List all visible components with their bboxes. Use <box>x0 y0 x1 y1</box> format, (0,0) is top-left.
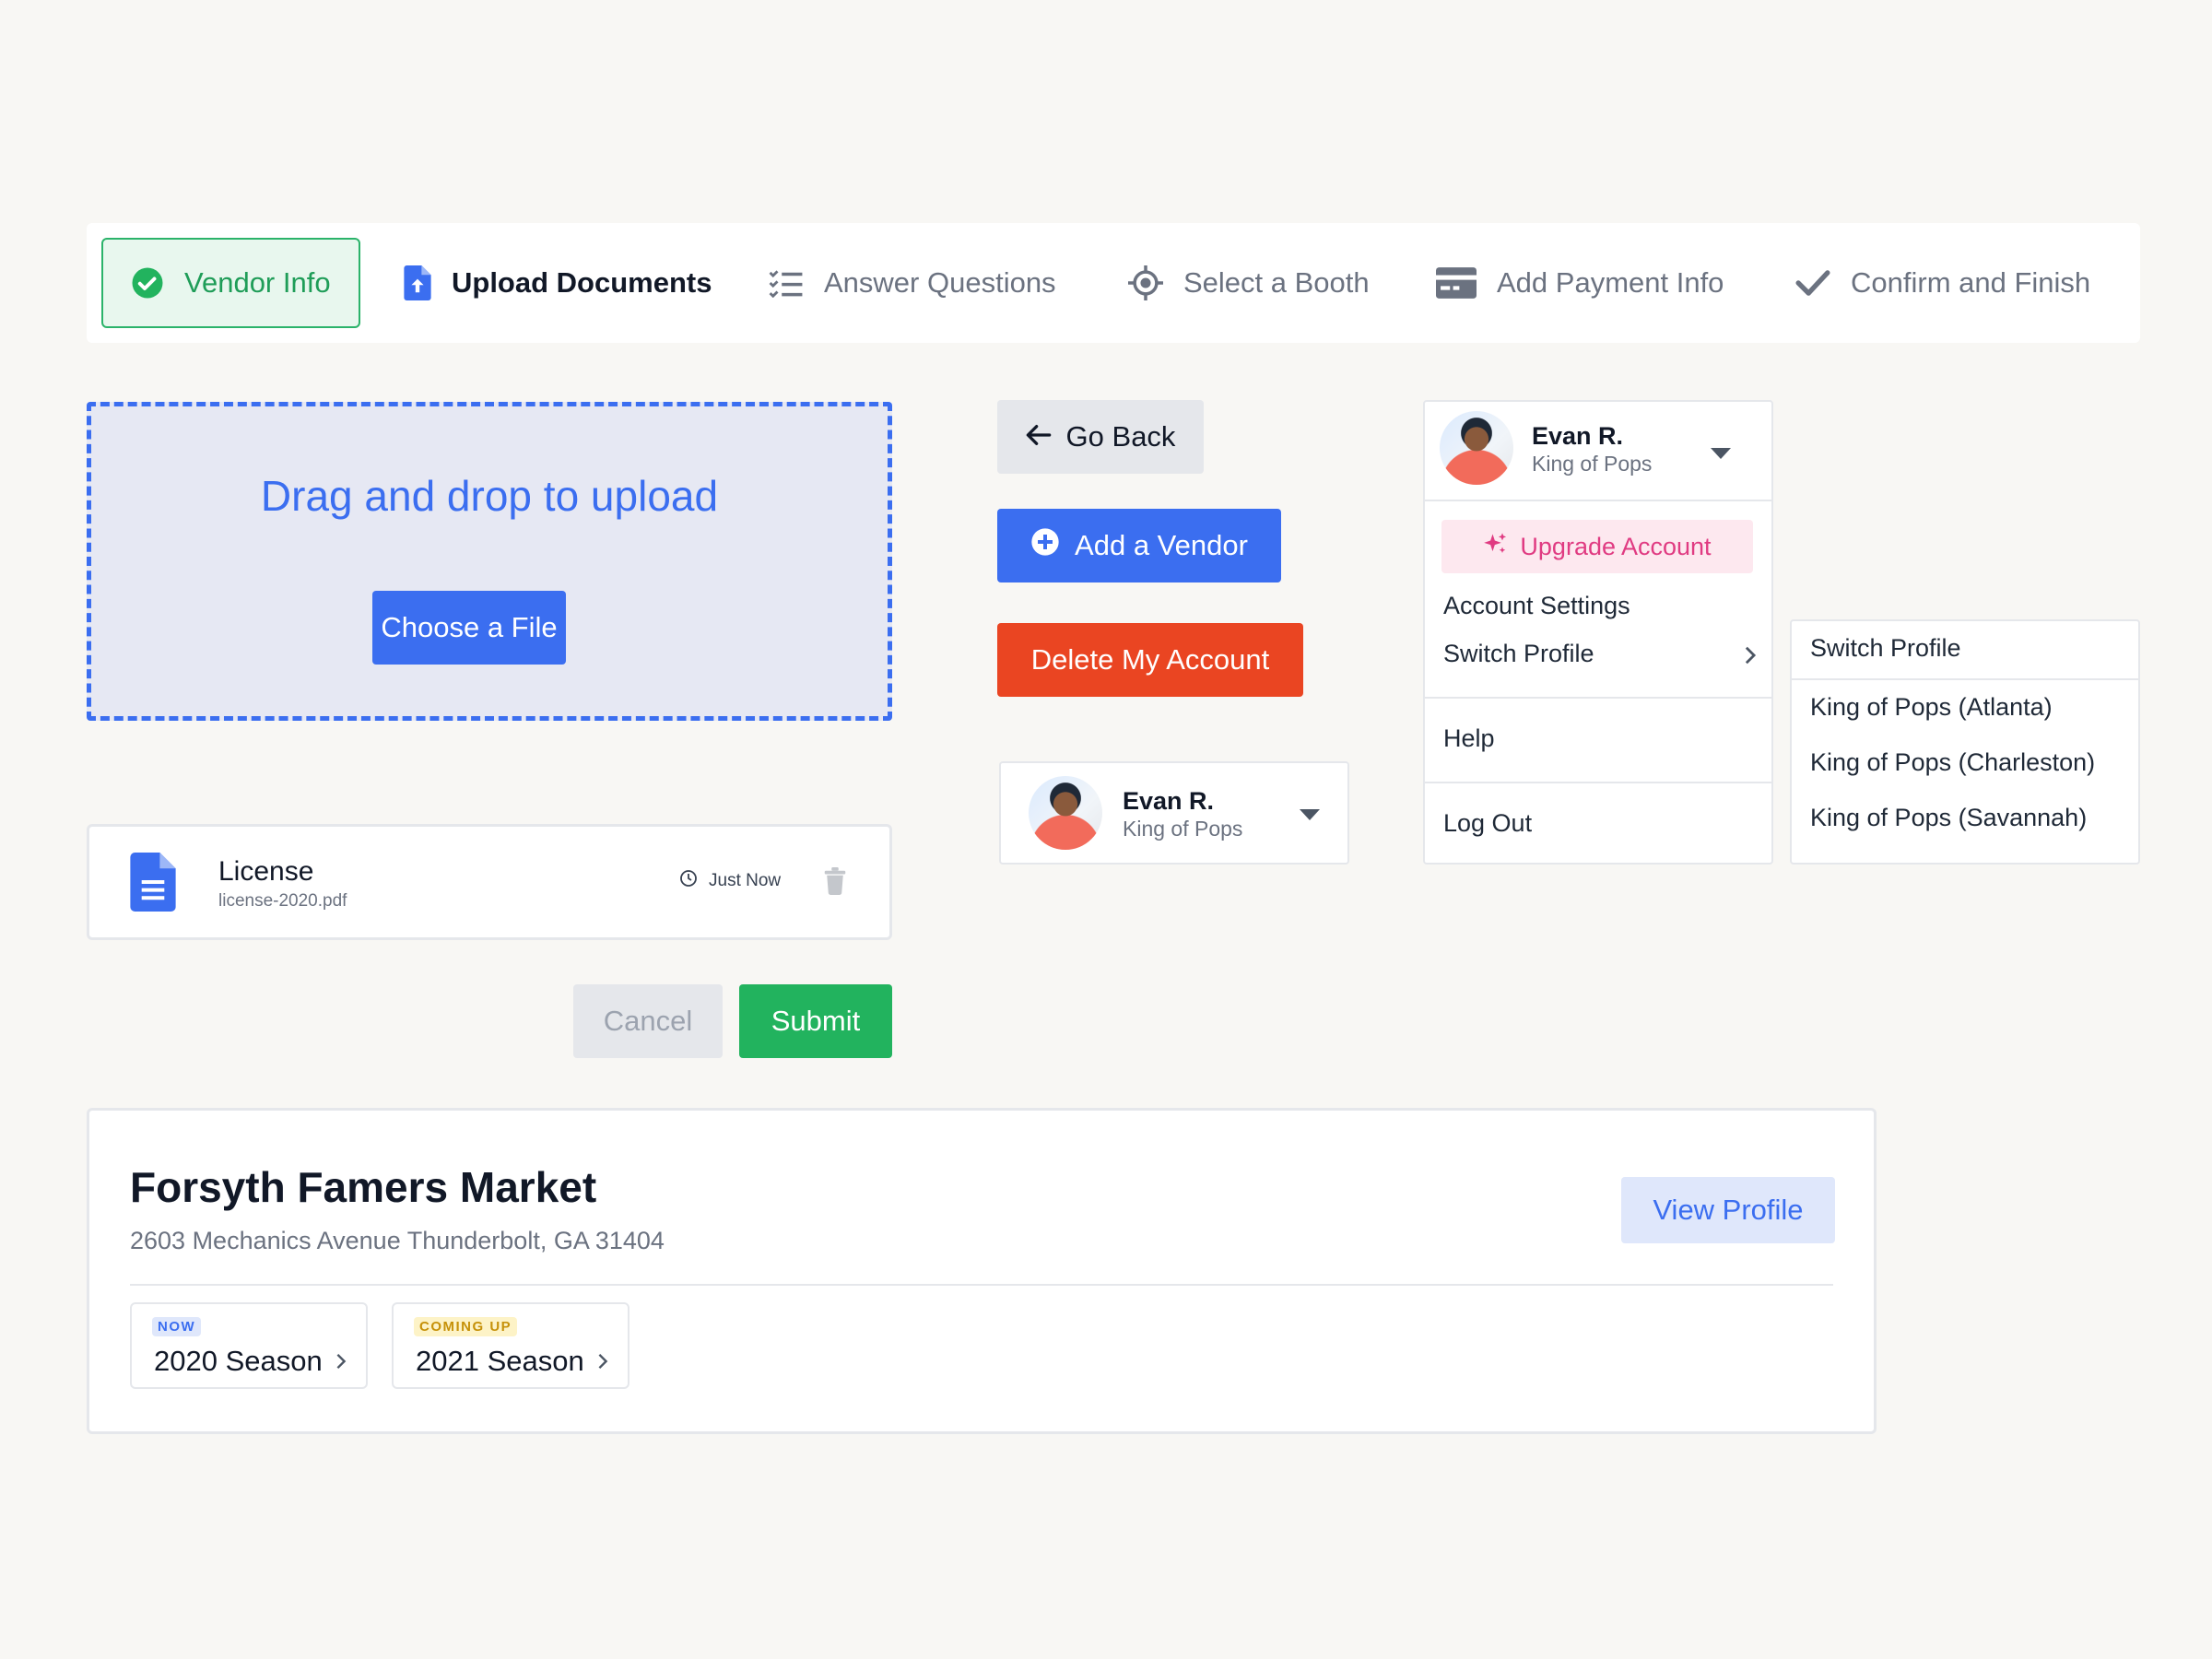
file-dropzone[interactable]: Drag and drop to upload Choose a File <box>87 402 892 721</box>
plus-circle-icon <box>1030 527 1060 564</box>
menu-item-account-settings[interactable]: Account Settings <box>1443 592 1630 620</box>
menu-divider <box>1792 678 2138 680</box>
check-circle-icon <box>131 266 164 300</box>
document-upload-icon <box>404 265 431 300</box>
clock-icon <box>679 869 698 893</box>
document-icon <box>130 853 176 916</box>
file-time-label: Just Now <box>709 871 782 890</box>
step-label: Confirm and Finish <box>1851 266 2091 299</box>
season-label-text: 2021 Season <box>416 1345 584 1377</box>
season-card-2021[interactable]: COMING UP 2021 Season <box>392 1302 629 1389</box>
season-label-text: 2020 Season <box>154 1345 323 1377</box>
checklist-icon <box>769 268 804 298</box>
menu-divider <box>1425 500 1771 501</box>
step-label: Answer Questions <box>824 266 1056 299</box>
switch-profile-submenu: Switch Profile King of Pops (Atlanta) Ki… <box>1790 619 2140 865</box>
market-title: Forsyth Famers Market <box>130 1163 597 1211</box>
market-divider <box>130 1284 1833 1286</box>
file-timestamp: Just Now <box>679 869 781 893</box>
credit-card-icon <box>1436 267 1477 299</box>
submit-button[interactable]: Submit <box>739 984 892 1058</box>
sparkle-icon <box>1483 531 1509 563</box>
market-address: 2603 Mechanics Avenue Thunderbolt, GA 31… <box>130 1227 665 1254</box>
submenu-item-savannah[interactable]: King of Pops (Savannah) <box>1810 804 2087 832</box>
avatar <box>1029 776 1102 850</box>
market-card: Forsyth Famers Market 2603 Mechanics Ave… <box>87 1108 1877 1434</box>
menu-divider <box>1425 697 1771 699</box>
choose-file-button[interactable]: Choose a File <box>372 591 566 665</box>
step-label: Upload Documents <box>452 266 712 299</box>
season-label: 2021 Season <box>416 1345 608 1378</box>
cancel-button[interactable]: Cancel <box>573 984 723 1058</box>
status-badge: NOW <box>152 1317 202 1336</box>
step-add-payment[interactable]: Add Payment Info <box>1436 238 1724 328</box>
season-card-2020[interactable]: NOW 2020 Season <box>130 1302 368 1389</box>
submenu-item-atlanta[interactable]: King of Pops (Atlanta) <box>1810 693 2053 722</box>
chevron-right-icon <box>597 1345 608 1378</box>
submenu-title: Switch Profile <box>1810 634 1961 662</box>
menu-item-help[interactable]: Help <box>1443 724 1495 753</box>
chevron-right-icon <box>1744 645 1757 670</box>
add-vendor-label: Add a Vendor <box>1075 529 1248 561</box>
chevron-right-icon <box>335 1345 347 1378</box>
step-label: Select a Booth <box>1183 266 1370 299</box>
view-profile-button[interactable]: View Profile <box>1621 1177 1835 1243</box>
go-back-button[interactable]: Go Back <box>997 400 1204 474</box>
status-badge: COMING UP <box>414 1317 518 1336</box>
step-answer-questions[interactable]: Answer Questions <box>769 238 1056 328</box>
progress-stepper: Vendor Info Upload Documents Answer Ques… <box>87 223 2140 343</box>
arrow-left-icon <box>1026 420 1052 453</box>
chevron-down-icon[interactable] <box>1711 448 1731 459</box>
trash-icon[interactable] <box>823 867 847 900</box>
step-confirm-finish[interactable]: Confirm and Finish <box>1795 238 2090 328</box>
file-title: License <box>218 856 314 887</box>
file-filename: license-2020.pdf <box>218 891 347 911</box>
step-label: Vendor Info <box>184 266 331 299</box>
profile-name: Evan R. <box>1123 787 1215 815</box>
delete-account-button[interactable]: Delete My Account <box>997 623 1303 697</box>
avatar <box>1440 411 1513 485</box>
crosshair-icon <box>1128 265 1163 300</box>
profile-switcher[interactable]: Evan R. King of Pops <box>999 761 1349 865</box>
step-upload-documents[interactable]: Upload Documents <box>404 238 712 328</box>
profile-menu: Evan R. King of Pops Upgrade Account Acc… <box>1423 400 1773 865</box>
menu-item-switch-profile[interactable]: Switch Profile <box>1443 640 1594 668</box>
step-label: Add Payment Info <box>1497 266 1724 299</box>
step-vendor-info[interactable]: Vendor Info <box>101 238 360 328</box>
menu-divider <box>1425 782 1771 783</box>
dropzone-title: Drag and drop to upload <box>260 472 719 520</box>
submenu-item-charleston[interactable]: King of Pops (Charleston) <box>1810 748 2095 777</box>
step-select-booth[interactable]: Select a Booth <box>1128 238 1370 328</box>
add-vendor-button[interactable]: Add a Vendor <box>997 509 1281 582</box>
season-label: 2020 Season <box>154 1345 347 1378</box>
menu-item-log-out[interactable]: Log Out <box>1443 809 1532 838</box>
chevron-down-icon <box>1300 809 1320 820</box>
upgrade-label: Upgrade Account <box>1520 532 1712 560</box>
profile-org: King of Pops <box>1123 817 1243 841</box>
checkmark-icon <box>1795 268 1830 298</box>
upgrade-account-button[interactable]: Upgrade Account <box>1441 520 1753 573</box>
uploaded-file-row: License license-2020.pdf Just Now <box>87 824 892 940</box>
profile-name: Evan R. <box>1532 422 1624 450</box>
profile-org: King of Pops <box>1532 452 1653 476</box>
go-back-label: Go Back <box>1065 420 1176 453</box>
